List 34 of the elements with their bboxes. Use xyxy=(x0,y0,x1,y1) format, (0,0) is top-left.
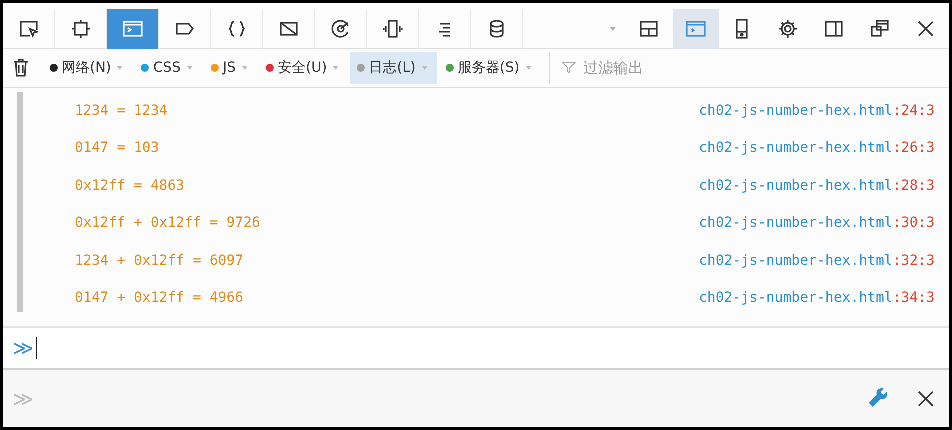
filter-button[interactable]: CSS xyxy=(134,52,202,84)
filter-button[interactable]: 网络(N) xyxy=(43,52,132,84)
filter-button[interactable]: 安全(U) xyxy=(258,52,348,84)
caret-icon xyxy=(610,27,616,31)
source-link[interactable]: ch02-js-number-hex.html:34:3 xyxy=(698,290,935,306)
settings-icon xyxy=(777,18,799,40)
filter-button[interactable]: JS xyxy=(204,52,257,84)
log-message: 0147 = 103 xyxy=(75,140,160,156)
filter-button[interactable]: 服务器(S) xyxy=(438,52,541,84)
log-message: 1234 = 1234 xyxy=(75,102,168,119)
log-message: 1234 + 0x12ff = 6097 xyxy=(75,252,244,269)
windows-icon xyxy=(869,18,891,40)
source-link[interactable]: ch02-js-number-hex.html:30:3 xyxy=(698,215,935,232)
console-icon xyxy=(122,18,144,40)
trash-icon[interactable] xyxy=(11,57,31,79)
sidebar-icon xyxy=(823,18,845,40)
prompt-icon: ≫ xyxy=(13,336,34,360)
console-icon xyxy=(685,18,707,40)
log-message: 0x12ff = 4863 xyxy=(75,178,185,194)
filter-icon xyxy=(562,61,576,75)
vibrating-phone-icon xyxy=(382,18,404,40)
source-link[interactable]: ch02-js-number-hex.html:24:3 xyxy=(698,102,935,119)
source-link[interactable]: ch02-js-number-hex.html:26:3 xyxy=(698,140,935,156)
source-link[interactable]: ch02-js-number-hex.html:28:3 xyxy=(698,178,935,194)
filter-button[interactable]: 日志(L) xyxy=(350,52,437,84)
source-link[interactable]: ch02-js-number-hex.html:32:3 xyxy=(698,252,935,269)
filter-field[interactable]: 过滤输出 xyxy=(582,58,706,78)
log-message: 0x12ff + 0x12ff = 9726 xyxy=(75,215,260,232)
log-message: 0147 + 0x12ff = 4966 xyxy=(75,290,244,306)
frame-icon xyxy=(70,18,92,40)
split-layout-icon xyxy=(639,18,661,40)
picker-icon xyxy=(18,18,40,40)
prompt-icon: ≫ xyxy=(13,386,34,410)
gauge-icon xyxy=(330,18,352,40)
